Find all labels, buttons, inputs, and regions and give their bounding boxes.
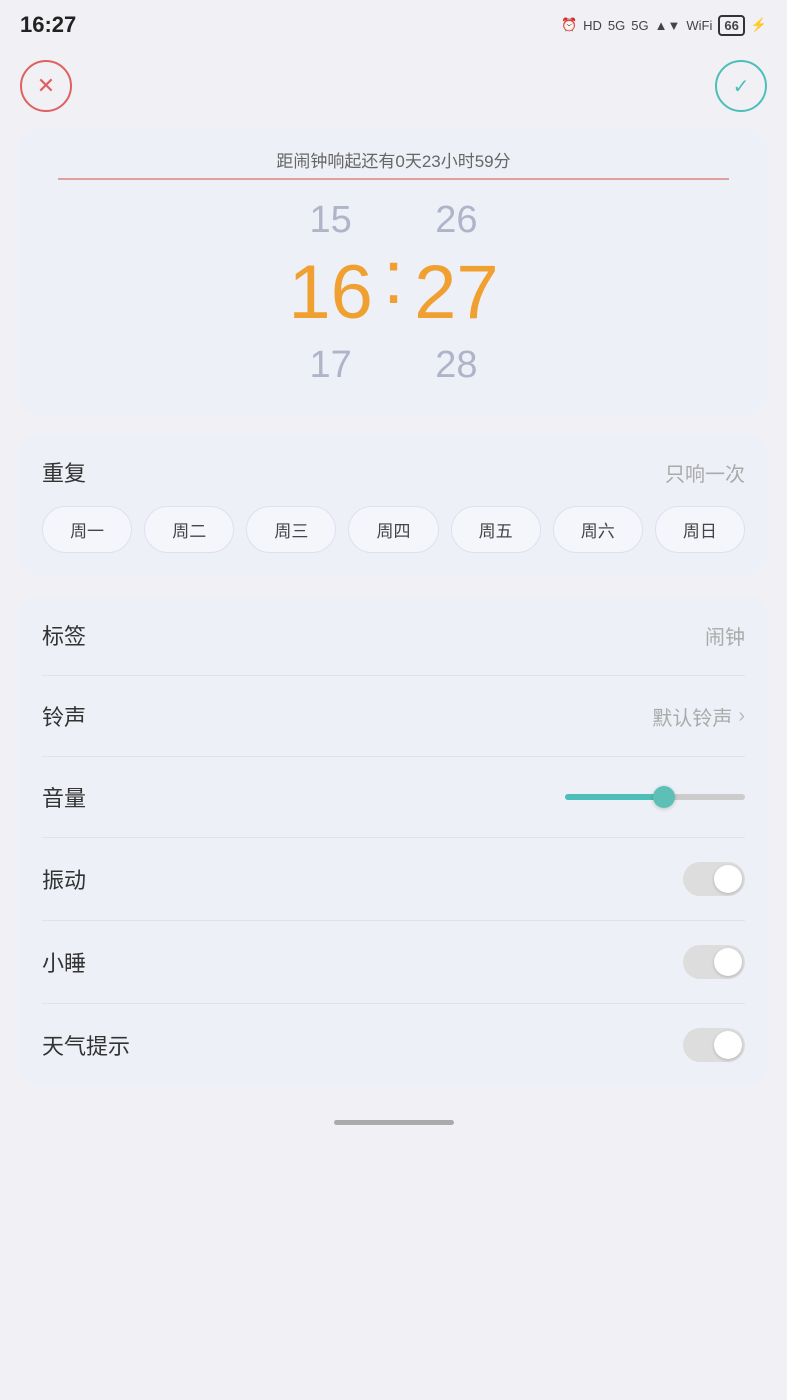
setting-row-4: 小睡: [42, 921, 745, 1004]
status-time: 16:27: [20, 12, 76, 38]
ringtone-value: 默认铃声: [652, 702, 732, 731]
toggle-振动[interactable]: [683, 862, 745, 896]
repeat-card: 重复 只响一次 周一周二周三周四周五周六周日: [18, 434, 769, 577]
slider-thumb[interactable]: [653, 786, 675, 808]
day-button-6[interactable]: 周日: [655, 506, 745, 553]
day-button-1[interactable]: 周二: [144, 506, 234, 553]
setting-label-0: 标签: [42, 619, 86, 651]
time-picker-card: 距闹钟响起还有0天23小时59分 15 16 17 : 26 27 28: [18, 127, 769, 416]
setting-row-5: 天气提示: [42, 1004, 745, 1086]
hour-prev: 15: [310, 198, 352, 244]
close-icon: ✕: [37, 73, 55, 99]
day-button-3[interactable]: 周四: [348, 506, 438, 553]
setting-row-3: 振动: [42, 838, 745, 921]
slider-track: [565, 794, 745, 800]
setting-label-5: 天气提示: [42, 1029, 130, 1061]
hour-next: 17: [310, 343, 352, 389]
toggle-knob: [714, 948, 742, 976]
minute-prev: 26: [435, 198, 477, 244]
setting-label-2: 音量: [42, 781, 86, 813]
time-picker[interactable]: 15 16 17 : 26 27 28: [48, 198, 739, 389]
minute-next: 28: [435, 343, 477, 389]
charging-icon: ⚡: [751, 17, 767, 33]
status-icons: ⏰ HD 5G 5G ▲▼ WiFi 66 ⚡: [561, 15, 767, 36]
settings-card: 标签 闹钟铃声 默认铃声 › 音量振动小睡天气提示: [18, 595, 769, 1086]
repeat-value: 只响一次: [665, 458, 745, 487]
status-bar: 16:27 ⏰ HD 5G 5G ▲▼ WiFi 66 ⚡: [0, 0, 787, 50]
signal-icon: ▲▼: [655, 18, 681, 33]
minute-column[interactable]: 26 27 28: [414, 198, 499, 389]
5g-icon2: 5G: [631, 18, 648, 33]
setting-row-2: 音量: [42, 757, 745, 838]
hour-current: 16: [288, 251, 373, 335]
alarm-icon: ⏰: [561, 17, 577, 33]
hd-icon: HD: [583, 18, 602, 33]
toggle-knob: [714, 1031, 742, 1059]
days-row: 周一周二周三周四周五周六周日: [42, 506, 745, 553]
day-button-0[interactable]: 周一: [42, 506, 132, 553]
repeat-header: 重复 只响一次: [42, 456, 745, 488]
toggle-knob: [714, 865, 742, 893]
wifi-icon: WiFi: [686, 18, 712, 33]
divider: [58, 178, 729, 180]
countdown-text: 距闹钟响起还有0天23小时59分: [48, 147, 739, 172]
5g-icon1: 5G: [608, 18, 625, 33]
confirm-button[interactable]: ✓: [715, 60, 767, 112]
setting-label-1: 铃声: [42, 700, 86, 732]
setting-row-0: 标签 闹钟: [42, 595, 745, 676]
repeat-label: 重复: [42, 456, 86, 488]
minute-current: 27: [414, 251, 499, 335]
day-button-2[interactable]: 周三: [246, 506, 336, 553]
chevron-right-icon: ›: [738, 705, 745, 728]
top-nav: ✕ ✓: [0, 50, 787, 127]
home-indicator: [334, 1120, 454, 1125]
slider-fill: [565, 794, 664, 800]
check-icon: ✓: [733, 74, 750, 99]
toggle-天气提示[interactable]: [683, 1028, 745, 1062]
hour-column[interactable]: 15 16 17: [288, 198, 373, 389]
day-button-5[interactable]: 周六: [553, 506, 643, 553]
setting-label-4: 小睡: [42, 946, 86, 978]
battery-indicator: 66: [718, 15, 744, 36]
setting-row-1: 铃声 默认铃声 ›: [42, 676, 745, 757]
bottom-bar: [0, 1104, 787, 1135]
setting-value-0: 闹钟: [705, 621, 745, 650]
day-button-4[interactable]: 周五: [451, 506, 541, 553]
setting-label-3: 振动: [42, 863, 86, 895]
volume-slider[interactable]: [565, 794, 745, 800]
time-colon: :: [373, 234, 414, 321]
cancel-button[interactable]: ✕: [20, 60, 72, 112]
setting-value-arrow-1[interactable]: 默认铃声 ›: [652, 702, 745, 731]
toggle-小睡[interactable]: [683, 945, 745, 979]
